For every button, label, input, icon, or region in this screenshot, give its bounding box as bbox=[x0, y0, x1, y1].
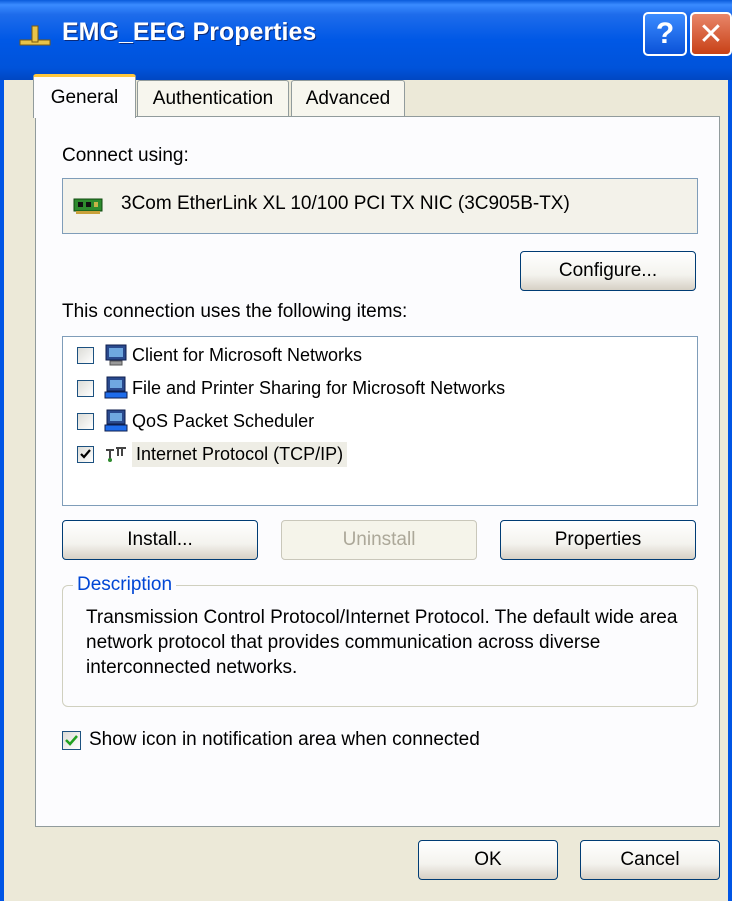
list-item[interactable]: File and Printer Sharing for Microsoft N… bbox=[77, 373, 505, 403]
items-label: This connection uses the following items… bbox=[62, 301, 408, 322]
show-icon-option[interactable]: Show icon in notification area when conn… bbox=[62, 729, 480, 751]
properties-button[interactable]: Properties bbox=[500, 520, 696, 560]
show-icon-checkbox[interactable] bbox=[62, 730, 81, 750]
network-adapter-icon bbox=[73, 198, 103, 214]
item-label: File and Printer Sharing for Microsoft N… bbox=[132, 377, 506, 398]
list-item[interactable]: QoS Packet Scheduler bbox=[77, 406, 314, 436]
list-item-selected[interactable]: Internet Protocol (TCP/IP) bbox=[77, 439, 348, 469]
item-label: Internet Protocol (TCP/IP) bbox=[132, 441, 348, 467]
network-service-icon bbox=[104, 409, 128, 432]
uninstall-button[interactable]: Uninstall bbox=[281, 520, 477, 560]
item-label: QoS Packet Scheduler bbox=[132, 410, 315, 431]
adapter-name: 3Com EtherLink XL 10/100 PCI TX NIC (3C9… bbox=[121, 193, 570, 214]
show-icon-label: Show icon in notification area when conn… bbox=[89, 729, 480, 750]
cancel-button[interactable]: Cancel bbox=[580, 840, 720, 880]
item-checkbox[interactable] bbox=[77, 379, 94, 397]
item-checkbox-checked[interactable] bbox=[77, 445, 94, 463]
items-list[interactable]: Client for Microsoft Networks File and P… bbox=[62, 336, 698, 506]
list-item[interactable]: Client for Microsoft Networks bbox=[77, 340, 362, 370]
item-checkbox[interactable] bbox=[77, 412, 94, 430]
item-checkbox[interactable] bbox=[77, 346, 94, 364]
ok-button[interactable]: OK bbox=[418, 840, 558, 880]
protocol-icon bbox=[106, 447, 126, 462]
adapter-box: 3Com EtherLink XL 10/100 PCI TX NIC (3C9… bbox=[62, 178, 698, 234]
connect-using-label: Connect using: bbox=[62, 145, 189, 166]
network-client-icon bbox=[105, 344, 127, 366]
network-service-icon bbox=[104, 376, 128, 399]
checkmark-icon bbox=[65, 734, 78, 746]
description-legend: Description bbox=[73, 574, 177, 596]
install-button[interactable]: Install... bbox=[62, 520, 258, 560]
item-label: Client for Microsoft Networks bbox=[132, 344, 363, 365]
checkmark-icon bbox=[80, 448, 91, 459]
configure-button[interactable]: Configure... bbox=[520, 251, 696, 291]
description-text: Transmission Control Protocol/Internet P… bbox=[86, 607, 678, 678]
